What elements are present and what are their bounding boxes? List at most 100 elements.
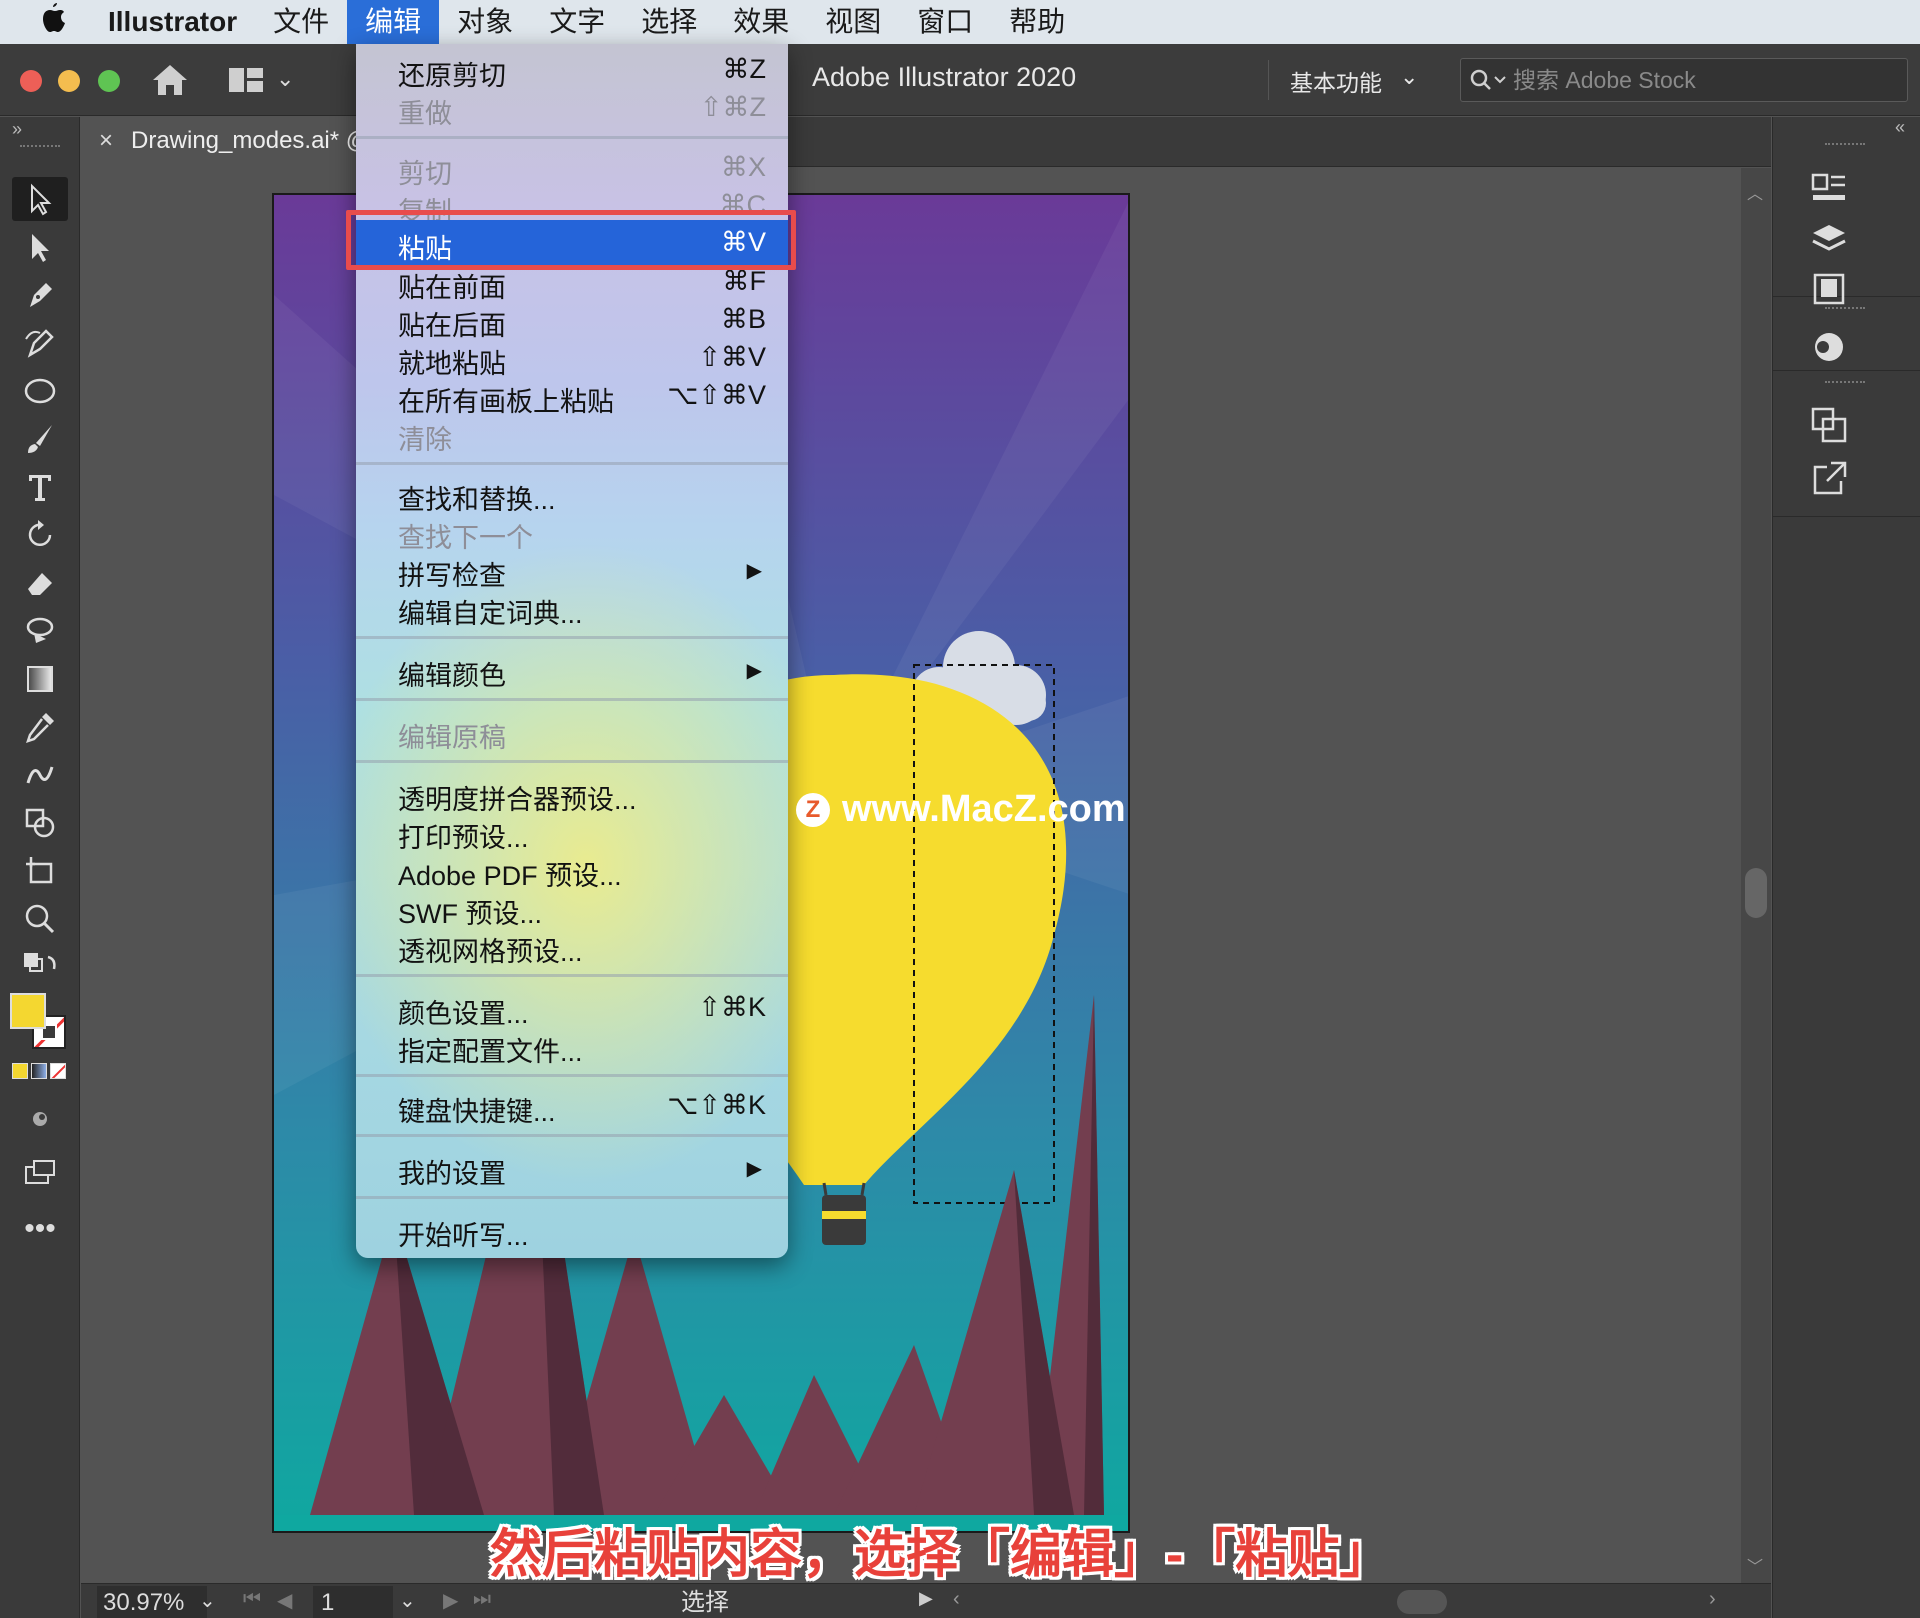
scrollbar-thumb[interactable] — [1745, 868, 1767, 918]
menu-item-edit-colors[interactable]: 编辑颜色 ▶ — [356, 652, 788, 691]
selection-tool-icon[interactable] — [12, 177, 68, 221]
panel-grip[interactable] — [1825, 381, 1865, 383]
menu-item-swf-presets[interactable]: SWF 预设... — [356, 890, 788, 929]
panel-grip[interactable] — [1825, 143, 1865, 145]
chevron-down-icon[interactable]: ⌄ — [276, 66, 294, 92]
menu-item-find-replace[interactable]: 查找和替换... — [356, 476, 788, 515]
menu-app-name[interactable]: Illustrator — [98, 0, 255, 44]
menu-select[interactable]: 选择 — [623, 0, 715, 44]
home-icon[interactable] — [150, 62, 190, 98]
layers-icon[interactable] — [1809, 221, 1849, 261]
menu-window[interactable]: 窗口 — [899, 0, 991, 44]
close-window-button[interactable] — [20, 70, 42, 92]
menu-item-paste[interactable]: 粘贴 ⌘V — [356, 220, 788, 268]
eraser-icon[interactable] — [12, 561, 68, 605]
horizontal-scrollbar-thumb[interactable] — [1397, 1590, 1447, 1614]
eyedropper-icon[interactable] — [12, 705, 68, 749]
apple-icon[interactable] — [40, 2, 98, 42]
menu-item-paste-in-place[interactable]: 就地粘贴 ⇧⌘V — [356, 340, 788, 379]
chevron-down-icon[interactable]: ⌄ — [199, 1588, 216, 1613]
status-menu-icon[interactable]: ▶ — [919, 1588, 933, 1609]
menu-help[interactable]: 帮助 — [991, 0, 1083, 44]
color-mode-buttons[interactable] — [12, 1063, 70, 1081]
menu-item-undo-cut[interactable]: 还原剪切 ⌘Z — [356, 52, 788, 91]
canvas[interactable] — [81, 168, 1741, 1583]
more-tools-icon[interactable]: ••• — [12, 1207, 68, 1251]
vertical-scrollbar[interactable]: ︿ ﹀ — [1741, 168, 1771, 1583]
panel-grip[interactable] — [1825, 307, 1865, 309]
first-artboard-icon[interactable]: ⏮ — [243, 1588, 261, 1611]
artboard-number[interactable]: 1 — [313, 1586, 393, 1618]
screen-mode-icon[interactable] — [12, 1151, 68, 1195]
zoom-icon[interactable] — [12, 897, 68, 941]
menu-item-perspective-presets[interactable]: 透视网格预设... — [356, 928, 788, 967]
collapse-panel-icon[interactable]: « — [1895, 117, 1905, 138]
type-icon[interactable] — [12, 465, 68, 509]
gradient-button[interactable] — [31, 1063, 47, 1079]
menu-item-start-dictation[interactable]: 开始听写... — [356, 1212, 788, 1251]
menu-file[interactable]: 文件 — [255, 0, 347, 44]
color-icon[interactable] — [1809, 327, 1849, 367]
zoom-level[interactable]: 30.97% — [97, 1586, 207, 1618]
direct-selection-icon[interactable] — [12, 225, 68, 269]
pen-icon[interactable] — [12, 273, 68, 317]
menu-edit[interactable]: 编辑 — [347, 0, 440, 44]
menu-item-print-presets[interactable]: 打印预设... — [356, 814, 788, 853]
menu-item-redo[interactable]: 重做 ⇧⌘Z — [356, 90, 788, 129]
layout-icon[interactable] — [228, 66, 264, 94]
menu-item-keyboard-shortcuts[interactable]: 键盘快捷键... ⌥⇧⌘K — [356, 1088, 788, 1127]
transform-icon[interactable] — [1809, 405, 1849, 445]
lasso-icon[interactable] — [12, 609, 68, 653]
blend-icon[interactable] — [12, 753, 68, 797]
drawing-mode-icon[interactable] — [12, 1097, 68, 1141]
paintbrush-icon[interactable] — [12, 417, 68, 461]
menu-item-color-settings[interactable]: 颜色设置... ⇧⌘K — [356, 990, 788, 1029]
panel-grip[interactable] — [20, 145, 60, 151]
shape-builder-icon[interactable] — [12, 801, 68, 845]
menu-object[interactable]: 对象 — [439, 0, 531, 44]
artboard-icon[interactable] — [12, 849, 68, 893]
menu-item-assign-profile[interactable]: 指定配置文件... — [356, 1028, 788, 1067]
search-icon[interactable] — [1469, 67, 1509, 93]
color-button[interactable] — [12, 1063, 28, 1079]
export-icon[interactable] — [1809, 459, 1849, 499]
curvature-icon[interactable] — [12, 321, 68, 365]
scroll-down-icon[interactable]: ﹀ — [1747, 1553, 1763, 1577]
menu-item-spelling[interactable]: 拼写检查 ▶ — [356, 552, 788, 591]
menu-item-edit-original[interactable]: 编辑原稿 — [356, 714, 788, 753]
menu-item-paste-front[interactable]: 贴在前面 ⌘F — [356, 264, 788, 303]
menu-item-clear[interactable]: 清除 — [356, 416, 788, 455]
none-button[interactable] — [50, 1063, 66, 1079]
menu-item-flattener-presets[interactable]: 透明度拼合器预设... — [356, 776, 788, 815]
menu-item-my-settings[interactable]: 我的设置 ▶ — [356, 1150, 788, 1189]
menu-item-find-next[interactable]: 查找下一个 — [356, 514, 788, 553]
fill-stroke-swatch[interactable] — [10, 993, 72, 1053]
collapse-panel-icon[interactable]: » — [12, 119, 22, 140]
next-artboard-icon[interactable]: ▶ — [443, 1588, 458, 1613]
menu-item-paste-back[interactable]: 贴在后面 ⌘B — [356, 302, 788, 341]
stock-search[interactable] — [1460, 58, 1908, 102]
previous-artboard-icon[interactable]: ◀ — [277, 1588, 292, 1613]
stock-search-input[interactable] — [1513, 65, 1893, 95]
menu-item-paste-all-artboards[interactable]: 在所有画板上粘贴 ⌥⇧⌘V — [356, 378, 788, 417]
properties-icon[interactable] — [1809, 167, 1849, 207]
scroll-left-icon[interactable]: ‹ — [953, 1588, 960, 1611]
minimize-window-button[interactable] — [58, 70, 80, 92]
scroll-right-icon[interactable]: › — [1709, 1588, 1716, 1611]
rotate-icon[interactable] — [12, 513, 68, 557]
menu-view[interactable]: 视图 — [807, 0, 899, 44]
last-artboard-icon[interactable]: ⏭ — [473, 1588, 491, 1611]
menu-item-pdf-presets[interactable]: Adobe PDF 预设... — [356, 852, 788, 891]
chevron-down-icon[interactable]: ⌄ — [399, 1588, 416, 1613]
workspace-switcher[interactable]: 基本功能 — [1290, 64, 1382, 98]
gradient-icon[interactable] — [12, 657, 68, 701]
ellipse-icon[interactable] — [12, 369, 68, 413]
close-tab-icon[interactable]: × — [99, 127, 113, 155]
chevron-down-icon[interactable]: ⌄ — [1400, 64, 1418, 90]
fill-swatch[interactable] — [10, 993, 46, 1029]
zoom-window-button[interactable] — [98, 70, 120, 92]
swap-fill-stroke-icon[interactable] — [12, 945, 68, 989]
menu-item-edit-dictionary[interactable]: 编辑自定词典... — [356, 590, 788, 629]
menu-item-cut[interactable]: 剪切 ⌘X — [356, 150, 788, 189]
menu-type[interactable]: 文字 — [531, 0, 623, 44]
